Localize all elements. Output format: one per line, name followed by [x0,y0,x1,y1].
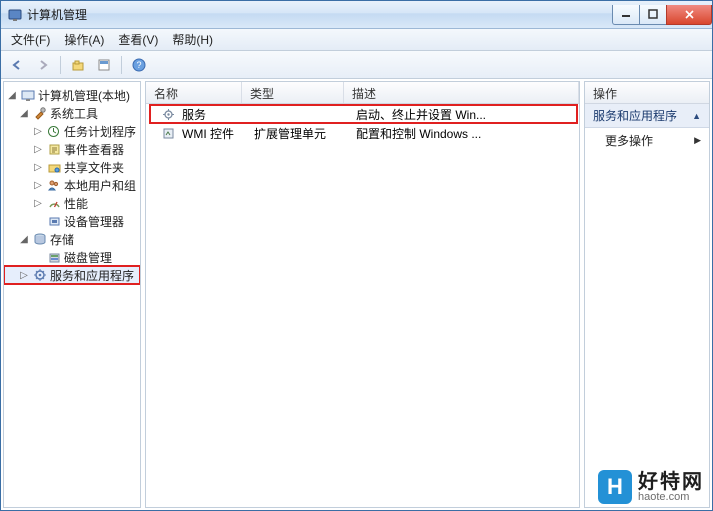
menu-action[interactable]: 操作(A) [58,29,110,50]
storage-icon [32,231,48,247]
help-button[interactable]: ? [127,54,151,76]
menubar: 文件(F) 操作(A) 查看(V) 帮助(H) [1,29,712,51]
expand-icon[interactable]: ▷ [32,198,44,209]
properties-button[interactable] [92,54,116,76]
tree-label: 设备管理器 [64,213,124,230]
watermark: H 好特网 haote.com [598,470,704,504]
wmi-icon [160,125,176,141]
toolbar-separator [60,56,61,74]
expand-icon[interactable]: ▷ [18,270,30,281]
back-button[interactable] [5,54,29,76]
list-body[interactable]: 服务 启动、终止并设置 Win... WMI 控件 扩展管理单元 配置和控制 W… [146,104,579,507]
computer-icon [20,87,36,103]
folder-share-icon [46,159,62,175]
tree-shared-folders[interactable]: ▷ 共享文件夹 [4,158,140,176]
app-icon [7,7,23,23]
list-header: 名称 类型 描述 [146,82,579,104]
device-icon [46,213,62,229]
watermark-cn: 好特网 [638,472,704,492]
cell-type: 扩展管理单元 [246,125,348,142]
tools-icon [32,105,48,121]
expand-icon[interactable]: ▷ [32,180,44,191]
svg-text:?: ? [136,60,141,70]
tree-storage[interactable]: ◢ 存储 [4,230,140,248]
actions-pane: 操作 服务和应用程序 ▲ 更多操作 ▶ [584,81,710,508]
expand-icon[interactable]: ◢ [6,90,18,101]
expand-icon[interactable]: ▷ [32,144,44,155]
users-icon [46,177,62,193]
actions-more-label: 更多操作 [605,132,653,149]
collapse-icon[interactable]: ▲ [692,111,701,121]
expand-icon[interactable]: ▷ [32,126,44,137]
tree-device-manager[interactable]: 设备管理器 [4,212,140,230]
toolbar: ? [1,51,712,79]
gauge-icon [46,195,62,211]
maximize-button[interactable] [639,5,667,25]
tree-disk-management[interactable]: 磁盘管理 [4,248,140,266]
menu-view[interactable]: 查看(V) [112,29,164,50]
tree-local-users[interactable]: ▷ 本地用户和组 [4,176,140,194]
tree-system-tools[interactable]: ◢ 系统工具 [4,104,140,122]
expand-icon[interactable]: ◢ [18,234,30,245]
tree-root[interactable]: ◢ 计算机管理(本地) [4,86,140,104]
tree-performance[interactable]: ▷ 性能 [4,194,140,212]
tree-label: 任务计划程序 [64,123,136,140]
cell-name: 服务 [182,106,206,123]
tree-label: 系统工具 [50,105,98,122]
disk-icon [46,249,62,265]
cell-name: WMI 控件 [182,125,234,142]
up-button[interactable] [66,54,90,76]
menu-help[interactable]: 帮助(H) [166,29,219,50]
chevron-right-icon: ▶ [694,135,701,146]
list-pane: 名称 类型 描述 服务 启动、终止并设置 Win... WMI 控件 [145,81,580,508]
expand-icon[interactable]: ◢ [18,108,30,119]
menu-file[interactable]: 文件(F) [5,29,56,50]
actions-section[interactable]: 服务和应用程序 ▲ [585,104,709,128]
watermark-en: haote.com [638,492,704,503]
gear-icon [160,106,176,122]
actions-header: 操作 [585,82,709,104]
tree-label: 存储 [50,231,74,248]
tree-services-apps[interactable]: ▷ 服务和应用程序 [4,266,140,284]
col-type[interactable]: 类型 [242,82,344,103]
minimize-button[interactable] [612,5,640,25]
tree-label: 本地用户和组 [64,177,136,194]
titlebar: 计算机管理 [1,1,712,29]
tree-task-scheduler[interactable]: ▷ 任务计划程序 [4,122,140,140]
watermark-badge: H [598,470,632,504]
tree-label: 性能 [64,195,88,212]
tree-label: 共享文件夹 [64,159,124,176]
list-row-services[interactable]: 服务 启动、终止并设置 Win... [150,105,577,123]
list-row-wmi[interactable]: WMI 控件 扩展管理单元 配置和控制 Windows ... [146,124,579,142]
window-title: 计算机管理 [27,6,87,23]
tree-label: 事件查看器 [64,141,124,158]
tree-pane[interactable]: ◢ 计算机管理(本地) ◢ 系统工具 ▷ 任务计划程序 ▷ 事件查看器 ▷ [3,81,141,508]
event-icon [46,141,62,157]
toolbar-separator-2 [121,56,122,74]
col-name[interactable]: 名称 [146,82,242,103]
tree-label: 磁盘管理 [64,249,112,266]
services-icon [32,267,48,283]
col-desc[interactable]: 描述 [344,82,579,103]
tree-root-label: 计算机管理(本地) [38,87,130,104]
tree-label: 服务和应用程序 [50,267,134,284]
close-button[interactable] [666,5,712,25]
actions-section-label: 服务和应用程序 [593,107,677,124]
cell-desc: 启动、终止并设置 Win... [348,106,577,123]
actions-more[interactable]: 更多操作 ▶ [585,128,709,153]
forward-button[interactable] [31,54,55,76]
tree-event-viewer[interactable]: ▷ 事件查看器 [4,140,140,158]
expand-icon[interactable]: ▷ [32,162,44,173]
cell-desc: 配置和控制 Windows ... [348,125,579,142]
clock-icon [46,123,62,139]
